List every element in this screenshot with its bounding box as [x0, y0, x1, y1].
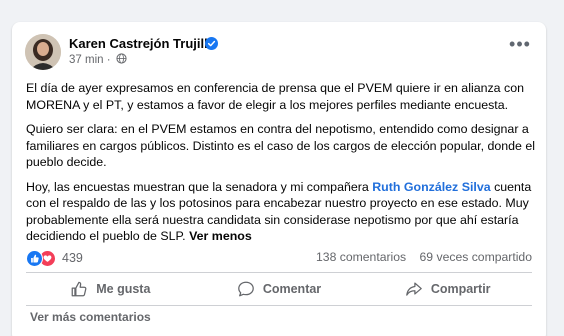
divider	[26, 305, 532, 306]
verified-badge-icon	[205, 37, 218, 50]
like-reaction-icon	[26, 249, 43, 267]
action-bar: Me gusta Comentar Compartir	[26, 274, 532, 304]
post-paragraph-2: Quiero ser clara: en el PVEM estamos en …	[26, 122, 535, 169]
divider	[26, 272, 532, 273]
post-paragraph-3: Hoy, las encuestas muestran que la senad…	[26, 179, 536, 245]
globe-icon	[116, 53, 127, 64]
post-meta: 37 min ·	[69, 53, 127, 66]
post-paragraph-1: El día de ayer expresamos en conferencia…	[26, 81, 524, 112]
comment-button-label: Comentar	[262, 282, 322, 296]
comment-button[interactable]: Comentar	[195, 274, 364, 304]
post-time[interactable]: 37 min	[69, 54, 104, 66]
author-name[interactable]: Karen Castrejón Trujillo	[69, 36, 216, 51]
thumbs-up-icon	[71, 281, 87, 297]
post-card: Karen Castrejón Trujillo 37 min · ••• El…	[12, 22, 546, 336]
view-more-comments-link[interactable]: Ver más comentarios	[30, 310, 151, 324]
author-avatar[interactable]	[25, 34, 61, 70]
see-less-link[interactable]: Ver menos	[189, 229, 252, 243]
share-arrow-icon	[405, 282, 422, 296]
reactions-count: 439	[62, 251, 83, 265]
shares-count[interactable]: 69 veces compartido	[420, 250, 532, 264]
reactions-summary[interactable]: 439	[26, 248, 83, 268]
mention-link[interactable]: Ruth González Silva	[372, 180, 490, 194]
comments-count[interactable]: 138 comentarios	[316, 250, 406, 264]
paragraph-3-text-start: Hoy, las encuestas muestran que la senad…	[26, 179, 373, 194]
like-button[interactable]: Me gusta	[26, 274, 195, 304]
meta-separator: ·	[106, 54, 111, 66]
engagement-counts: 138 comentarios 69 veces compartido	[306, 250, 532, 264]
like-button-label: Me gusta	[96, 282, 151, 296]
share-button[interactable]: Compartir	[363, 274, 532, 304]
post-body: El día de ayer expresamos en conferencia…	[26, 80, 536, 253]
share-button-label: Compartir	[430, 282, 491, 296]
more-options-icon[interactable]: •••	[506, 35, 534, 58]
comment-bubble-icon	[237, 281, 254, 297]
